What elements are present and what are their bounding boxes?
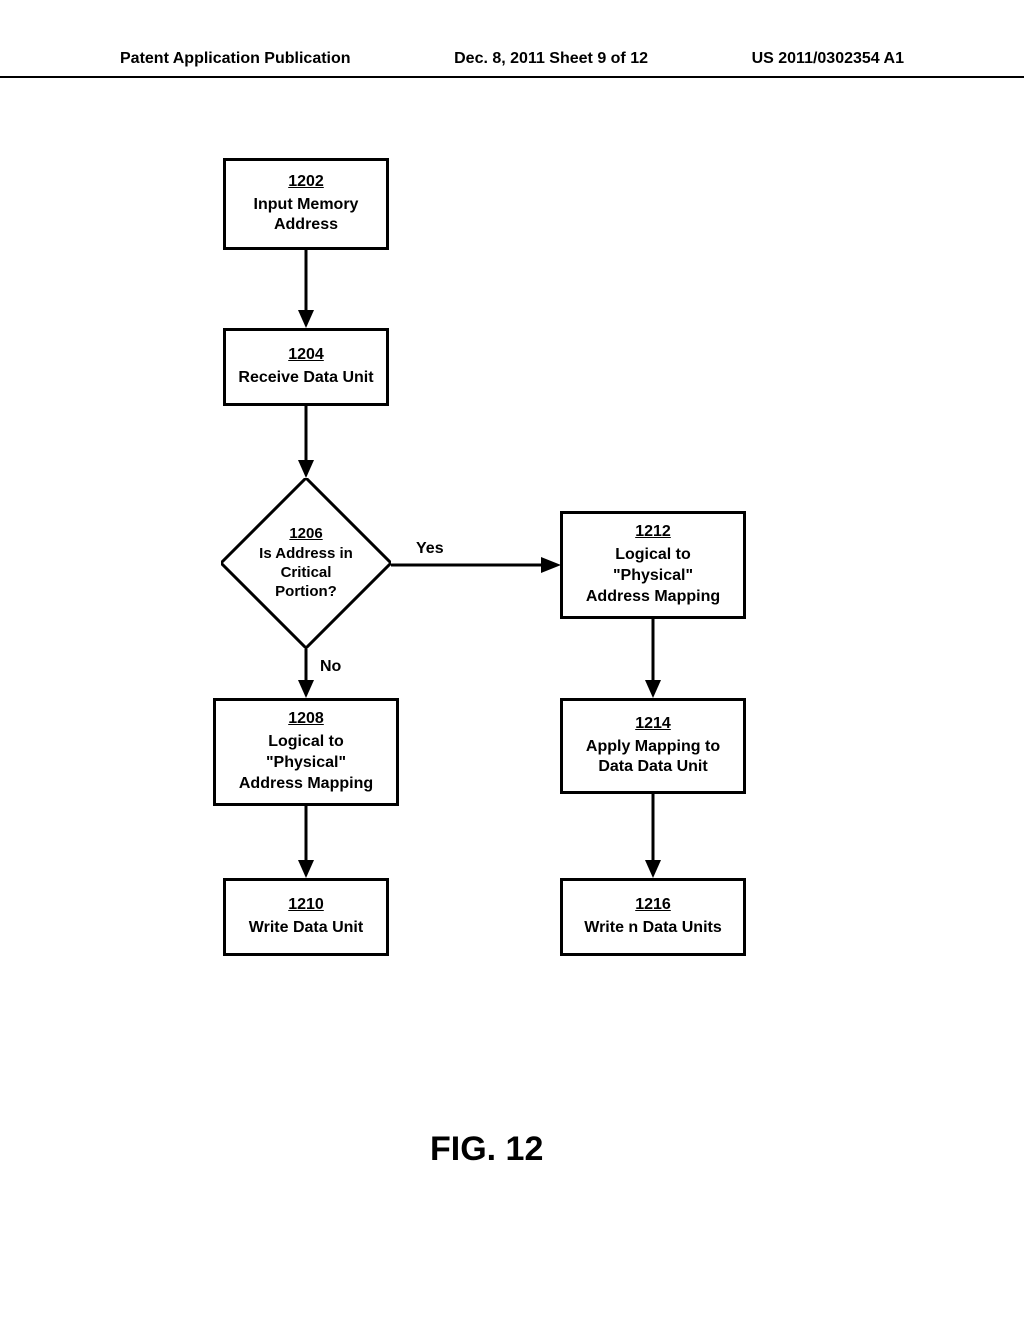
node-1206: 1206 Is Address in Critical Portion? [221,478,391,648]
node-1206-text: Is Address in Critical Portion? [259,545,353,601]
header-right: US 2011/0302354 A1 [752,50,904,68]
arrow-1204-1206 [296,406,316,478]
node-1214-num: 1214 [635,714,671,735]
node-1204: 1204 Receive Data Unit [223,328,389,406]
edge-label-no: No [320,658,341,676]
header-center: Dec. 8, 2011 Sheet 9 of 12 [454,50,648,68]
page-header: Patent Application Publication Dec. 8, 2… [0,0,1024,78]
node-1204-text: Receive Data Unit [238,368,373,389]
node-1216: 1216 Write n Data Units [560,878,746,956]
arrow-1202-1204 [296,250,316,328]
arrow-1206-1212 [391,555,561,575]
header-left: Patent Application Publication [120,50,351,68]
node-1210-num: 1210 [288,895,324,916]
node-1212-text: Logical to "Physical" Address Mapping [586,545,720,607]
node-1216-num: 1216 [635,895,671,916]
flowchart-diagram: 1202 Input Memory Address 1204 Receive D… [0,78,1024,1078]
node-1208-num: 1208 [288,709,324,730]
node-1212: 1212 Logical to "Physical" Address Mappi… [560,511,746,619]
arrow-1212-1214 [643,619,663,698]
node-1210-text: Write Data Unit [249,918,363,939]
node-1208: 1208 Logical to "Physical" Address Mappi… [213,698,399,806]
node-1214: 1214 Apply Mapping to Data Data Unit [560,698,746,794]
node-1208-text: Logical to "Physical" Address Mapping [239,732,373,794]
node-1212-num: 1212 [635,522,671,543]
node-1214-text: Apply Mapping to Data Data Unit [586,737,720,779]
node-1210: 1210 Write Data Unit [223,878,389,956]
node-1202-num: 1202 [288,172,324,193]
arrow-1206-1208 [296,648,316,698]
node-1206-num: 1206 [289,525,322,544]
figure-caption: FIG. 12 [430,1130,543,1169]
node-1202: 1202 Input Memory Address [223,158,389,250]
arrow-1208-1210 [296,806,316,878]
arrow-1214-1216 [643,794,663,878]
node-1216-text: Write n Data Units [584,918,722,939]
node-1204-num: 1204 [288,345,324,366]
node-1202-text: Input Memory Address [254,195,359,237]
